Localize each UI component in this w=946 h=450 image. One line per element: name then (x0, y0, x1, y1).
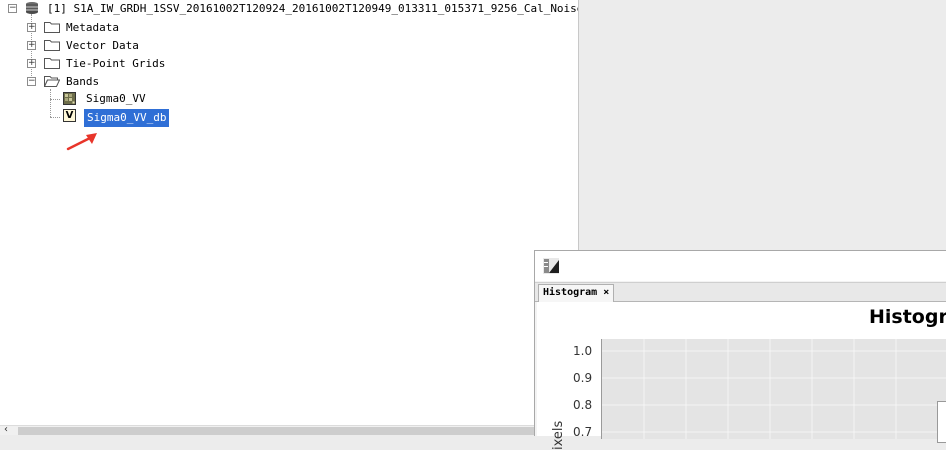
annotation-arrow-icon (66, 133, 97, 151)
band-image-icon (63, 92, 76, 105)
chart-title: Histogra (869, 306, 946, 328)
histogram-plot-panel: Histogra 1.0 0.9 0.8 (537, 302, 946, 450)
band-label: Sigma0_VV_db (87, 111, 167, 124)
y-tick-label: 1.0 (573, 344, 593, 358)
snap-app-icon (543, 258, 559, 274)
folder-icon (44, 58, 60, 69)
expand-vector-data-toggle[interactable]: + (27, 41, 36, 50)
product-database-icon (26, 2, 38, 14)
y-axis-label: ixels (551, 420, 566, 450)
product-row[interactable]: [1] S1A_IW_GRDH_1SSV_20161002T120924_201… (47, 1, 579, 17)
y-tick-label: 0.7 (573, 425, 593, 439)
tree-node-bands[interactable]: Bands (66, 74, 99, 90)
y-tick-label: 0.8 (573, 398, 593, 412)
node-label: Metadata (66, 21, 119, 34)
node-label: Tie-Point Grids (66, 57, 166, 70)
tree-line (50, 117, 60, 118)
scroll-left-icon[interactable]: ‹ (4, 424, 8, 435)
band-label: Sigma0_VV (86, 92, 146, 105)
plot-area[interactable] (601, 339, 946, 439)
collapse-root-toggle[interactable]: − (8, 4, 17, 13)
node-label: Bands (66, 75, 100, 88)
virtual-badge: V (65, 110, 74, 121)
close-icon[interactable]: × (603, 287, 609, 298)
open-folder-icon (44, 76, 60, 87)
tree-node-metadata[interactable]: Metadata (66, 20, 119, 36)
band-item-sigma0-vv-db[interactable]: Sigma0_VV_db (84, 109, 170, 127)
product-label: [1] S1A_IW_GRDH_1SSV_20161002T120924_201… (47, 2, 579, 15)
window-titlebar[interactable] (535, 251, 946, 281)
expand-metadata-toggle[interactable]: + (27, 23, 36, 32)
collapse-bands-toggle[interactable]: − (27, 77, 36, 86)
tree-node-tie-point-grids[interactable]: Tie-Point Grids (66, 56, 165, 72)
expand-tie-point-grids-toggle[interactable]: + (27, 59, 36, 68)
horizontal-scrollbar[interactable]: ‹ (0, 424, 578, 435)
folder-icon (44, 22, 60, 33)
node-label: Vector Data (66, 39, 139, 52)
tab-histogram[interactable]: Histogram × (538, 284, 615, 302)
tab-bar: Histogram × (535, 282, 946, 302)
band-item-sigma0-vv[interactable]: Sigma0_VV (84, 91, 148, 107)
plot-grid (602, 339, 946, 439)
tab-label: Histogram (543, 287, 598, 298)
legend-box (937, 401, 946, 443)
scrollbar-thumb[interactable] (18, 427, 538, 435)
tree-line (50, 89, 51, 117)
folder-icon (44, 40, 60, 51)
virtual-band-icon: V (63, 109, 76, 122)
histogram-window: Histogram × Histogra (534, 250, 946, 450)
product-explorer-panel: − [1] S1A_IW_GRDH_1SSV_20161002T120924_2… (0, 0, 579, 435)
tree-line (50, 99, 60, 100)
tree-node-vector-data[interactable]: Vector Data (66, 38, 139, 54)
y-tick-label: 0.9 (573, 371, 593, 385)
